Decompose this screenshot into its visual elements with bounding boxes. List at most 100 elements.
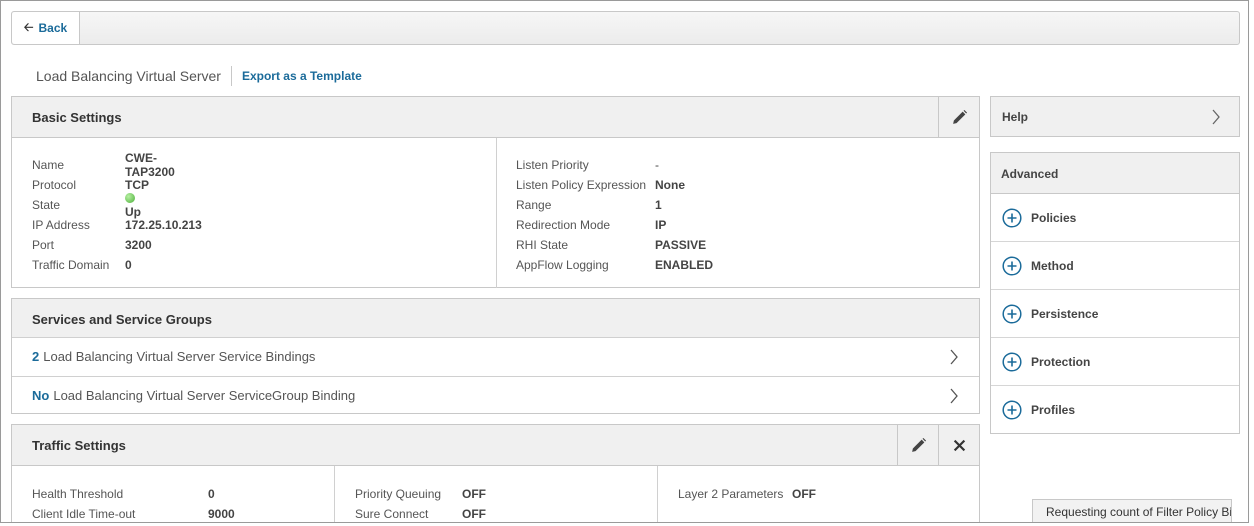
advanced-item-protection[interactable]: Protection (991, 338, 1239, 386)
field-label: Sure Connect (355, 507, 429, 521)
arrow-left-icon: 🡠 (23, 19, 34, 34)
back-button[interactable]: 🡠 Back (12, 12, 80, 44)
field-range: Range 1 (516, 195, 662, 215)
column-divider (496, 138, 497, 288)
chevron-right-icon (950, 349, 958, 365)
field-label: Listen Policy Expression (516, 178, 647, 192)
field-label: Health Threshold (32, 487, 124, 501)
advanced-header: Advanced (991, 153, 1239, 194)
state-value: Up (125, 191, 141, 219)
field-value: OFF (462, 487, 486, 501)
title-divider (230, 66, 232, 86)
plus-circle-icon (1002, 351, 1022, 372)
field-label: Protocol (32, 178, 77, 192)
top-toolbar: 🡠 Back (11, 11, 1240, 45)
field-health-threshold: Health Threshold 0 (32, 484, 215, 504)
field-label: Range (516, 198, 552, 212)
field-value: CWE-TAP3200 (125, 151, 175, 179)
field-listen-policy-expression: Listen Policy Expression None (516, 175, 685, 195)
back-label: Back (38, 21, 68, 35)
field-client-idle-timeout: Client Idle Time-out 9000 (32, 504, 235, 522)
traffic-settings-panel: Traffic Settings Health Threshold 0 Clie… (11, 424, 980, 522)
field-layer2-parameters: Layer 2 Parameters OFF (678, 484, 816, 504)
export-template-link[interactable]: Export as a Template (242, 69, 362, 83)
field-value: 1 (655, 198, 662, 212)
traffic-col-1: Health Threshold 0 Client Idle Time-out … (32, 484, 235, 522)
advanced-item-policies[interactable]: Policies (991, 194, 1239, 242)
field-label: Redirection Mode (516, 218, 611, 232)
advanced-item-persistence[interactable]: Persistence (991, 290, 1239, 338)
field-label: AppFlow Logging (516, 258, 609, 272)
page-title: Load Balancing Virtual Server (36, 68, 221, 84)
field-value: ENABLED (655, 258, 714, 272)
close-icon (953, 439, 965, 451)
edit-traffic-settings-button[interactable] (897, 425, 938, 465)
field-appflow-logging: AppFlow Logging ENABLED (516, 255, 713, 275)
field-label: Layer 2 Parameters (678, 487, 784, 501)
field-value: OFF (462, 507, 486, 521)
field-value: OFF (792, 487, 816, 501)
plus-circle-icon (1002, 400, 1022, 420)
advanced-item-label: Policies (1031, 210, 1077, 225)
field-value: 0 (125, 258, 132, 272)
field-sure-connect: Sure Connect OFF (355, 504, 486, 522)
field-value: None (655, 178, 685, 192)
field-listen-priority: Listen Priority - (516, 155, 659, 175)
page-header: Load Balancing Virtual Server Export as … (36, 65, 362, 87)
advanced-item-profiles[interactable]: Profiles (991, 386, 1239, 434)
field-traffic-domain: Traffic Domain 0 (32, 255, 132, 275)
traffic-settings-title: Traffic Settings (32, 438, 126, 453)
service-bindings-row[interactable]: 2 Load Balancing Virtual Server Service … (12, 337, 979, 375)
field-value: 3200 (125, 238, 152, 252)
services-header: Services and Service Groups (12, 299, 979, 337)
field-label: Port (32, 238, 55, 252)
field-label: RHI State (516, 238, 569, 252)
field-label: Listen Priority (516, 158, 589, 172)
field-label: Traffic Domain (32, 258, 110, 272)
field-value: TCP (125, 178, 149, 192)
plus-circle-icon (1002, 255, 1022, 276)
traffic-settings-header: Traffic Settings (12, 425, 979, 466)
binding-label: Load Balancing Virtual Server Service Bi… (43, 349, 316, 364)
help-panel[interactable]: Help (990, 96, 1240, 137)
field-rhi-state: RHI State PASSIVE (516, 235, 706, 255)
field-label: Priority Queuing (355, 487, 442, 501)
field-redirection-mode: Redirection Mode IP (516, 215, 666, 235)
advanced-item-label: Method (1031, 258, 1074, 273)
field-value: 9000 (208, 507, 235, 521)
binding-count: 2 (32, 349, 40, 364)
advanced-item-method[interactable]: Method (991, 242, 1239, 290)
app-window: 🡠 Back Load Balancing Virtual Server Exp… (0, 0, 1249, 523)
help-label: Help (1002, 110, 1029, 124)
field-value: - (655, 158, 659, 172)
close-traffic-settings-button[interactable] (938, 425, 979, 465)
column-divider (334, 466, 335, 522)
advanced-title: Advanced (1001, 167, 1059, 181)
field-value: Up (125, 205, 141, 219)
field-label: State (32, 198, 61, 212)
field-ip-address: IP Address 172.25.10.213 (32, 215, 202, 235)
traffic-col-2: Priority Queuing OFF Sure Connect OFF (355, 484, 486, 522)
plus-circle-icon (1002, 303, 1022, 324)
field-port: Port 3200 (32, 235, 152, 255)
servicegroup-binding-row[interactable]: No Load Balancing Virtual Server Service… (12, 376, 979, 414)
field-protocol: Protocol TCP (32, 175, 149, 195)
chevron-right-icon (950, 388, 958, 404)
edit-basic-settings-button[interactable] (938, 97, 979, 137)
field-value: PASSIVE (655, 238, 707, 252)
field-value: 0 (208, 487, 215, 501)
field-label: Client Idle Time-out (32, 507, 136, 521)
field-name: Name CWE-TAP3200 (32, 151, 175, 179)
pencil-icon (952, 109, 967, 124)
advanced-item-label: Profiles (1031, 403, 1076, 417)
services-title: Services and Service Groups (32, 312, 212, 327)
basic-settings-panel: Basic Settings Name CWE-TAP3200 Protocol… (11, 96, 980, 288)
field-value: IP (655, 218, 667, 232)
pencil-icon (911, 437, 926, 452)
basic-settings-header: Basic Settings (12, 97, 979, 138)
basic-settings-right: Listen Priority - Listen Policy Expressi… (516, 155, 713, 275)
status-message: Requesting count of Filter Policy Bi (1032, 499, 1232, 522)
chevron-right-icon (1212, 109, 1220, 125)
plus-circle-icon (1002, 207, 1022, 228)
field-value: 172.25.10.213 (125, 218, 202, 232)
